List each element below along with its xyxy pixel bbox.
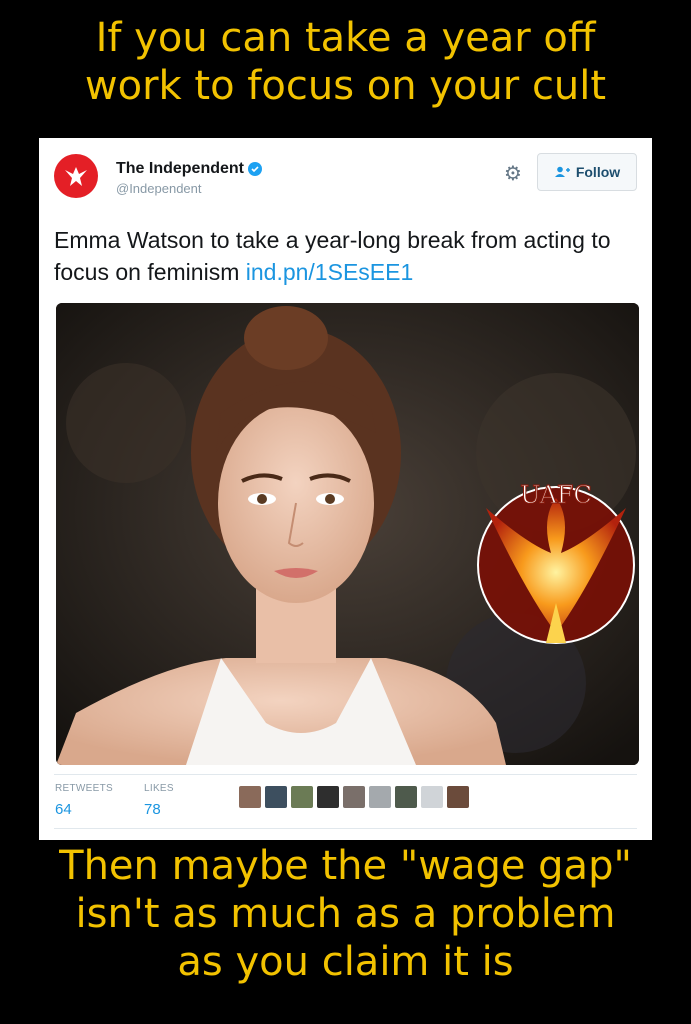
retweets-count[interactable]: 64 xyxy=(55,801,72,818)
tweet-photo[interactable]: UAFC xyxy=(56,303,639,765)
divider xyxy=(54,828,637,829)
liker-avatar[interactable] xyxy=(317,786,339,808)
bottom-caption-line-1: Then maybe the "wage gap" xyxy=(59,843,632,889)
bottom-caption-line-3: as you claim it is xyxy=(177,939,514,985)
bottom-caption-line-2: isn't as much as a problem xyxy=(75,891,616,937)
tweet-text: Emma Watson to take a year-long break fr… xyxy=(54,224,634,288)
divider xyxy=(54,774,637,775)
account-name-row[interactable]: The Independent xyxy=(116,160,262,178)
tweet-card: The Independent @Independent ⚙ Follow Em… xyxy=(39,138,652,840)
likes-label[interactable]: LIKES xyxy=(144,783,174,794)
liker-avatar[interactable] xyxy=(447,786,469,808)
independent-eagle-avatar[interactable] xyxy=(54,154,98,198)
add-user-icon xyxy=(554,166,570,177)
liker-avatar[interactable] xyxy=(369,786,391,808)
liker-avatar[interactable] xyxy=(265,786,287,808)
liker-avatar[interactable] xyxy=(421,786,443,808)
bottom-caption: Then maybe the "wage gap" isn't as much … xyxy=(0,842,691,986)
watermark-text: UAFC xyxy=(520,481,592,509)
gear-icon[interactable]: ⚙ xyxy=(502,162,524,184)
top-caption-line-2: work to focus on your cult xyxy=(84,63,607,109)
account-name[interactable]: The Independent xyxy=(116,160,244,178)
eagle-icon xyxy=(65,167,87,186)
retweets-label[interactable]: RETWEETS xyxy=(55,783,113,794)
top-caption-line-1: If you can take a year off xyxy=(95,15,596,61)
likers-avatars xyxy=(239,786,469,808)
follow-button[interactable]: Follow xyxy=(537,153,637,191)
follow-label: Follow xyxy=(575,164,621,180)
portrait-image: UAFC xyxy=(56,303,639,765)
liker-avatar[interactable] xyxy=(239,786,261,808)
liker-avatar[interactable] xyxy=(343,786,365,808)
account-handle[interactable]: @Independent xyxy=(116,181,202,196)
liker-avatar[interactable] xyxy=(291,786,313,808)
top-caption: If you can take a year off work to focus… xyxy=(0,14,691,110)
tweet-link[interactable]: ind.pn/1SEsEE1 xyxy=(246,259,414,285)
likes-count[interactable]: 78 xyxy=(144,801,161,818)
liker-avatar[interactable] xyxy=(395,786,417,808)
verified-badge-icon xyxy=(248,162,262,176)
